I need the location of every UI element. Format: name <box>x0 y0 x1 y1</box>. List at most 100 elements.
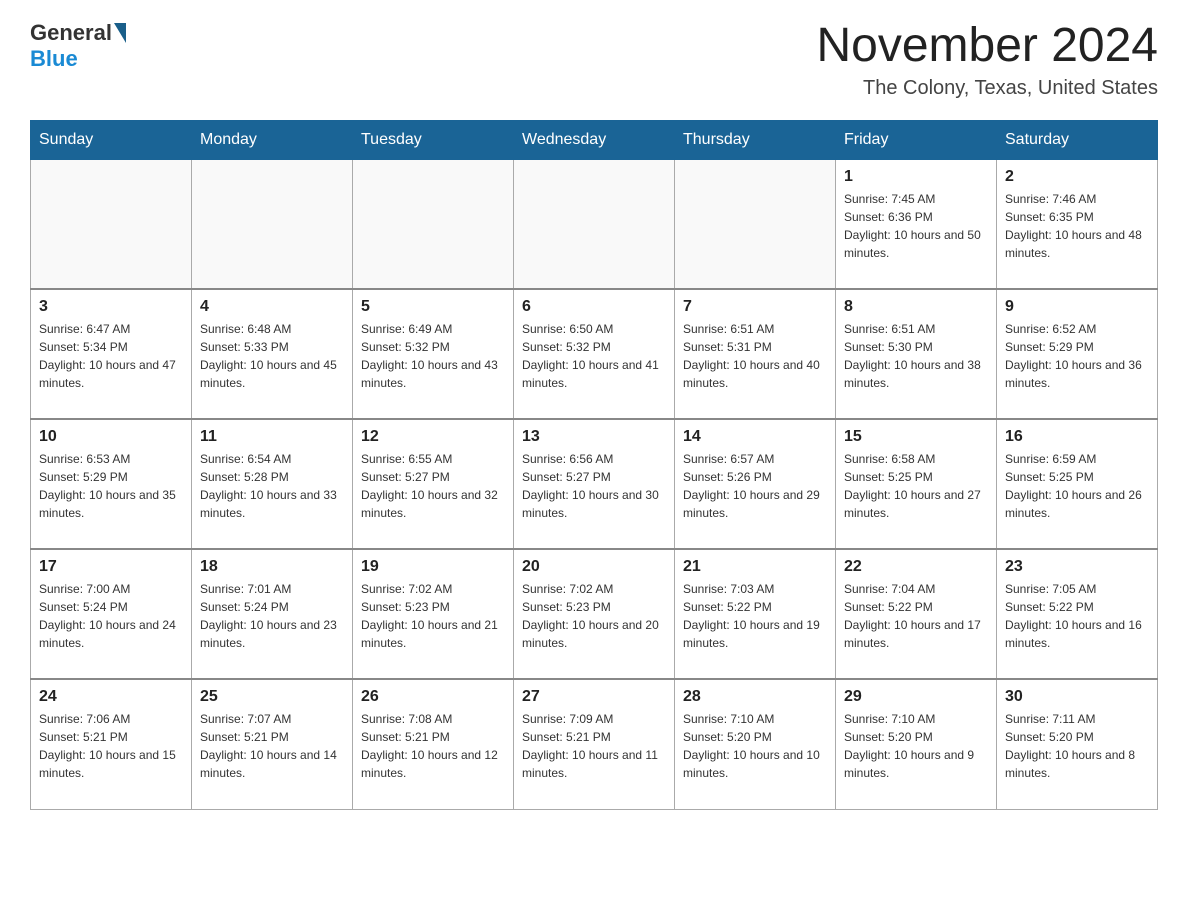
logo-blue-text: Blue <box>30 46 78 71</box>
day-number: 3 <box>39 298 183 316</box>
day-sun-info: Sunrise: 6:53 AM Sunset: 5:29 PM Dayligh… <box>39 450 183 522</box>
day-sun-info: Sunrise: 7:01 AM Sunset: 5:24 PM Dayligh… <box>200 580 344 652</box>
calendar-cell: 1 Sunrise: 7:45 AM Sunset: 6:36 PM Daylig… <box>836 159 997 289</box>
day-number: 16 <box>1005 428 1149 446</box>
calendar-cell: 2Sunrise: 7:46 AM Sunset: 6:35 PM Daylig… <box>997 159 1158 289</box>
calendar-cell: 20 Sunrise: 7:02 AM Sunset: 5:23 PM Dayli… <box>514 549 675 679</box>
calendar-cell: 19Sunrise: 7:02 AM Sunset: 5:23 PM Dayli… <box>353 549 514 679</box>
day-number: 4 <box>200 298 344 316</box>
calendar-cell: 28 Sunrise: 7:10 AM Sunset: 5:20 PM Dayli… <box>675 679 836 809</box>
calendar-header-row: SundayMondayTuesdayWednesdayThursdayFrid… <box>31 120 1158 159</box>
day-number: 23 <box>1005 558 1149 576</box>
calendar-table: SundayMondayTuesdayWednesdayThursdayFrid… <box>30 120 1158 810</box>
calendar-cell: 23 Sunrise: 7:05 AM Sunset: 5:22 PM Dayli… <box>997 549 1158 679</box>
calendar-cell <box>31 159 192 289</box>
calendar-cell <box>675 159 836 289</box>
day-number: 15 <box>844 428 988 446</box>
day-sun-info: Sunrise: 6:54 AM Sunset: 5:28 PM Dayligh… <box>200 450 344 522</box>
day-of-week-header: Saturday <box>997 120 1158 159</box>
logo-general-text: General <box>30 20 112 46</box>
calendar-cell: 10Sunrise: 6:53 AM Sunset: 5:29 PM Dayli… <box>31 419 192 549</box>
calendar-cell <box>514 159 675 289</box>
calendar-cell: 21 Sunrise: 7:03 AM Sunset: 5:22 PM Dayli… <box>675 549 836 679</box>
day-number: 8 <box>844 298 988 316</box>
logo: General Blue <box>30 20 128 72</box>
day-sun-info: Sunrise: 7:08 AM Sunset: 5:21 PM Dayligh… <box>361 710 505 782</box>
day-sun-info: Sunrise: 6:49 AM Sunset: 5:32 PM Dayligh… <box>361 320 505 392</box>
calendar-cell: 22 Sunrise: 7:04 AM Sunset: 5:22 PM Dayli… <box>836 549 997 679</box>
day-number: 7 <box>683 298 827 316</box>
day-number: 12 <box>361 428 505 446</box>
day-sun-info: Sunrise: 7:11 AM Sunset: 5:20 PM Dayligh… <box>1005 710 1149 782</box>
location-subtitle: The Colony, Texas, United States <box>816 77 1158 100</box>
calendar-week-row: 1 Sunrise: 7:45 AM Sunset: 6:36 PM Daylig… <box>31 159 1158 289</box>
calendar-cell: 4 Sunrise: 6:48 AM Sunset: 5:33 PM Daylig… <box>192 289 353 419</box>
day-sun-info: Sunrise: 6:59 AM Sunset: 5:25 PM Dayligh… <box>1005 450 1149 522</box>
calendar-week-row: 24 Sunrise: 7:06 AM Sunset: 5:21 PM Dayli… <box>31 679 1158 809</box>
day-of-week-header: Wednesday <box>514 120 675 159</box>
day-sun-info: Sunrise: 6:51 AM Sunset: 5:31 PM Dayligh… <box>683 320 827 392</box>
calendar-cell: 18 Sunrise: 7:01 AM Sunset: 5:24 PM Dayli… <box>192 549 353 679</box>
logo-triangle-icon <box>114 23 126 43</box>
title-section: November 2024 The Colony, Texas, United … <box>816 20 1158 100</box>
calendar-cell: 14Sunrise: 6:57 AM Sunset: 5:26 PM Dayli… <box>675 419 836 549</box>
day-sun-info: Sunrise: 7:10 AM Sunset: 5:20 PM Dayligh… <box>683 710 827 782</box>
day-of-week-header: Friday <box>836 120 997 159</box>
day-sun-info: Sunrise: 6:50 AM Sunset: 5:32 PM Dayligh… <box>522 320 666 392</box>
day-sun-info: Sunrise: 7:00 AM Sunset: 5:24 PM Dayligh… <box>39 580 183 652</box>
day-sun-info: Sunrise: 7:10 AM Sunset: 5:20 PM Dayligh… <box>844 710 988 782</box>
calendar-week-row: 17 Sunrise: 7:00 AM Sunset: 5:24 PM Dayli… <box>31 549 1158 679</box>
day-sun-info: Sunrise: 6:56 AM Sunset: 5:27 PM Dayligh… <box>522 450 666 522</box>
day-number: 30 <box>1005 688 1149 706</box>
day-sun-info: Sunrise: 7:06 AM Sunset: 5:21 PM Dayligh… <box>39 710 183 782</box>
calendar-cell: 8Sunrise: 6:51 AM Sunset: 5:30 PM Daylig… <box>836 289 997 419</box>
day-number: 21 <box>683 558 827 576</box>
day-number: 27 <box>522 688 666 706</box>
calendar-cell: 12 Sunrise: 6:55 AM Sunset: 5:27 PM Dayli… <box>353 419 514 549</box>
day-number: 26 <box>361 688 505 706</box>
calendar-cell: 7 Sunrise: 6:51 AM Sunset: 5:31 PM Daylig… <box>675 289 836 419</box>
day-number: 28 <box>683 688 827 706</box>
day-sun-info: Sunrise: 7:03 AM Sunset: 5:22 PM Dayligh… <box>683 580 827 652</box>
day-sun-info: Sunrise: 6:48 AM Sunset: 5:33 PM Dayligh… <box>200 320 344 392</box>
calendar-cell: 6 Sunrise: 6:50 AM Sunset: 5:32 PM Daylig… <box>514 289 675 419</box>
calendar-cell: 24 Sunrise: 7:06 AM Sunset: 5:21 PM Dayli… <box>31 679 192 809</box>
calendar-cell: 15Sunrise: 6:58 AM Sunset: 5:25 PM Dayli… <box>836 419 997 549</box>
day-sun-info: Sunrise: 7:45 AM Sunset: 6:36 PM Dayligh… <box>844 190 988 262</box>
calendar-cell: 13Sunrise: 6:56 AM Sunset: 5:27 PM Dayli… <box>514 419 675 549</box>
day-sun-info: Sunrise: 6:52 AM Sunset: 5:29 PM Dayligh… <box>1005 320 1149 392</box>
calendar-cell: 17 Sunrise: 7:00 AM Sunset: 5:24 PM Dayli… <box>31 549 192 679</box>
day-number: 2 <box>1005 168 1149 186</box>
day-number: 17 <box>39 558 183 576</box>
day-number: 11 <box>200 428 344 446</box>
calendar-cell <box>192 159 353 289</box>
day-number: 5 <box>361 298 505 316</box>
day-number: 9 <box>1005 298 1149 316</box>
page-header: General Blue November 2024 The Colony, T… <box>30 20 1158 100</box>
day-number: 18 <box>200 558 344 576</box>
day-number: 1 <box>844 168 988 186</box>
day-sun-info: Sunrise: 7:02 AM Sunset: 5:23 PM Dayligh… <box>522 580 666 652</box>
calendar-week-row: 3 Sunrise: 6:47 AM Sunset: 5:34 PM Daylig… <box>31 289 1158 419</box>
day-number: 6 <box>522 298 666 316</box>
day-number: 20 <box>522 558 666 576</box>
calendar-cell: 25Sunrise: 7:07 AM Sunset: 5:21 PM Dayli… <box>192 679 353 809</box>
day-number: 24 <box>39 688 183 706</box>
day-sun-info: Sunrise: 7:07 AM Sunset: 5:21 PM Dayligh… <box>200 710 344 782</box>
day-sun-info: Sunrise: 6:55 AM Sunset: 5:27 PM Dayligh… <box>361 450 505 522</box>
calendar-cell: 11 Sunrise: 6:54 AM Sunset: 5:28 PM Dayli… <box>192 419 353 549</box>
calendar-cell: 26 Sunrise: 7:08 AM Sunset: 5:21 PM Dayli… <box>353 679 514 809</box>
day-number: 29 <box>844 688 988 706</box>
month-title: November 2024 <box>816 20 1158 73</box>
day-number: 14 <box>683 428 827 446</box>
day-sun-info: Sunrise: 7:05 AM Sunset: 5:22 PM Dayligh… <box>1005 580 1149 652</box>
day-of-week-header: Thursday <box>675 120 836 159</box>
day-sun-info: Sunrise: 6:47 AM Sunset: 5:34 PM Dayligh… <box>39 320 183 392</box>
day-of-week-header: Tuesday <box>353 120 514 159</box>
day-number: 22 <box>844 558 988 576</box>
calendar-cell: 30 Sunrise: 7:11 AM Sunset: 5:20 PM Dayli… <box>997 679 1158 809</box>
calendar-cell: 9 Sunrise: 6:52 AM Sunset: 5:29 PM Daylig… <box>997 289 1158 419</box>
calendar-cell <box>353 159 514 289</box>
calendar-cell: 16 Sunrise: 6:59 AM Sunset: 5:25 PM Dayli… <box>997 419 1158 549</box>
day-sun-info: Sunrise: 7:04 AM Sunset: 5:22 PM Dayligh… <box>844 580 988 652</box>
